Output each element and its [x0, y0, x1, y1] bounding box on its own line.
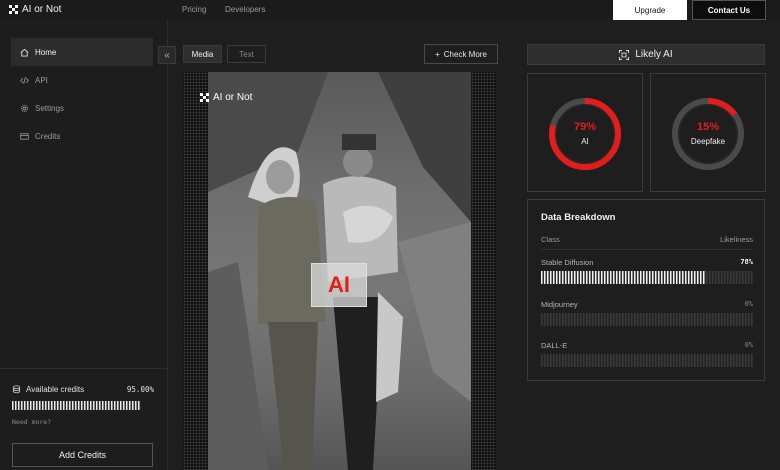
ai-gauge-percent: 79%: [573, 121, 597, 133]
credits-value: 95.00%: [126, 385, 154, 394]
col-likeliness: Likeliness: [720, 235, 753, 244]
top-bar: AI or Not Pricing Developers Upgrade Con…: [0, 0, 780, 21]
media-pattern-right: [471, 72, 496, 470]
deepfake-gauge-percent: 15%: [696, 121, 720, 133]
likeliness-bar: [541, 354, 753, 367]
likeliness-bar-fill: [541, 271, 707, 284]
row-class-name: DALL-E: [541, 341, 568, 350]
tab-media[interactable]: Media: [183, 45, 222, 63]
breakdown-row-stable-diffusion: Stable Diffusion 78%: [541, 258, 753, 284]
logo-text: AI or Not: [22, 4, 62, 15]
sidebar-item-settings[interactable]: Settings: [11, 94, 153, 122]
ai-gauge-card: 79% AI: [527, 73, 643, 192]
row-value: 0%: [744, 300, 753, 308]
likeliness-bar: [541, 313, 753, 326]
row-class-name: Stable Diffusion: [541, 258, 594, 267]
nav-pricing[interactable]: Pricing: [182, 5, 206, 14]
need-more-link[interactable]: Need more?: [12, 418, 51, 426]
watermark-text: AI or Not: [213, 92, 253, 103]
check-more-button[interactable]: + Check More: [424, 44, 498, 64]
card-icon: [20, 132, 29, 140]
home-icon: [20, 48, 29, 57]
breakdown-title: Data Breakdown: [541, 212, 616, 223]
nav-developers[interactable]: Developers: [225, 5, 265, 14]
app-logo[interactable]: AI or Not: [9, 4, 61, 15]
ai-gauge-ring: [549, 98, 621, 170]
media-preview: AI or Not AI: [183, 72, 496, 470]
code-icon: [20, 76, 29, 84]
plus-icon: +: [435, 49, 440, 59]
row-value: 0%: [744, 341, 753, 349]
col-class: Class: [541, 235, 560, 244]
breakdown-divider: [541, 249, 753, 250]
verdict-text: Likely AI: [635, 49, 673, 60]
logo-icon: [200, 93, 209, 102]
breakdown-row-midjourney: Midjourney 0%: [541, 300, 753, 326]
gear-icon: [20, 104, 29, 112]
row-value: 78%: [740, 258, 753, 266]
sidebar-item-credits[interactable]: Credits: [11, 122, 153, 150]
sidebar-item-api[interactable]: API: [11, 66, 153, 94]
breakdown-header: Class Likeliness: [541, 235, 753, 244]
credits-label: Available credits: [26, 385, 85, 394]
check-more-label: Check More: [443, 49, 487, 59]
data-breakdown-panel: Data Breakdown Class Likeliness Stable D…: [527, 199, 765, 381]
upgrade-button[interactable]: Upgrade: [613, 0, 687, 20]
scan-icon: [619, 49, 630, 60]
sidebar-item-label: Credits: [35, 131, 61, 141]
ai-gauge-label: AI: [581, 137, 589, 146]
deepfake-gauge-card: 15% Deepfake: [650, 73, 766, 192]
credits-progress-bar: [12, 401, 148, 410]
ai-stamp-text: AI: [328, 272, 350, 297]
double-chevron-left-icon: «: [164, 49, 170, 61]
deepfake-gauge-label: Deepfake: [690, 137, 726, 146]
breakdown-row-dall-e: DALL-E 0%: [541, 341, 753, 367]
watermark-logo: AI or Not: [200, 92, 252, 103]
add-credits-button[interactable]: Add Credits: [12, 443, 153, 467]
coins-icon: [12, 385, 21, 394]
sidebar-item-home[interactable]: Home: [11, 38, 153, 66]
media-pattern-left: [183, 72, 208, 470]
tab-text[interactable]: Text: [227, 45, 266, 63]
deepfake-gauge-ring: [672, 98, 744, 170]
row-class-name: Midjourney: [541, 300, 578, 309]
ai-detected-stamp: AI: [311, 263, 367, 307]
sidebar-item-label: Settings: [35, 103, 64, 113]
sidebar-item-label: API: [35, 75, 48, 85]
logo-icon: [9, 5, 18, 14]
collapse-sidebar-button[interactable]: «: [158, 46, 176, 64]
sidebar-item-label: Home: [35, 47, 57, 57]
sidebar: Home API Settings Credits Available cred…: [0, 21, 168, 470]
credits-row: Available credits 95.00%: [12, 385, 154, 394]
verdict-banner: Likely AI: [527, 44, 765, 65]
sidebar-divider: [0, 368, 168, 369]
contact-us-button[interactable]: Contact Us: [692, 0, 766, 20]
likeliness-bar: [541, 271, 753, 284]
